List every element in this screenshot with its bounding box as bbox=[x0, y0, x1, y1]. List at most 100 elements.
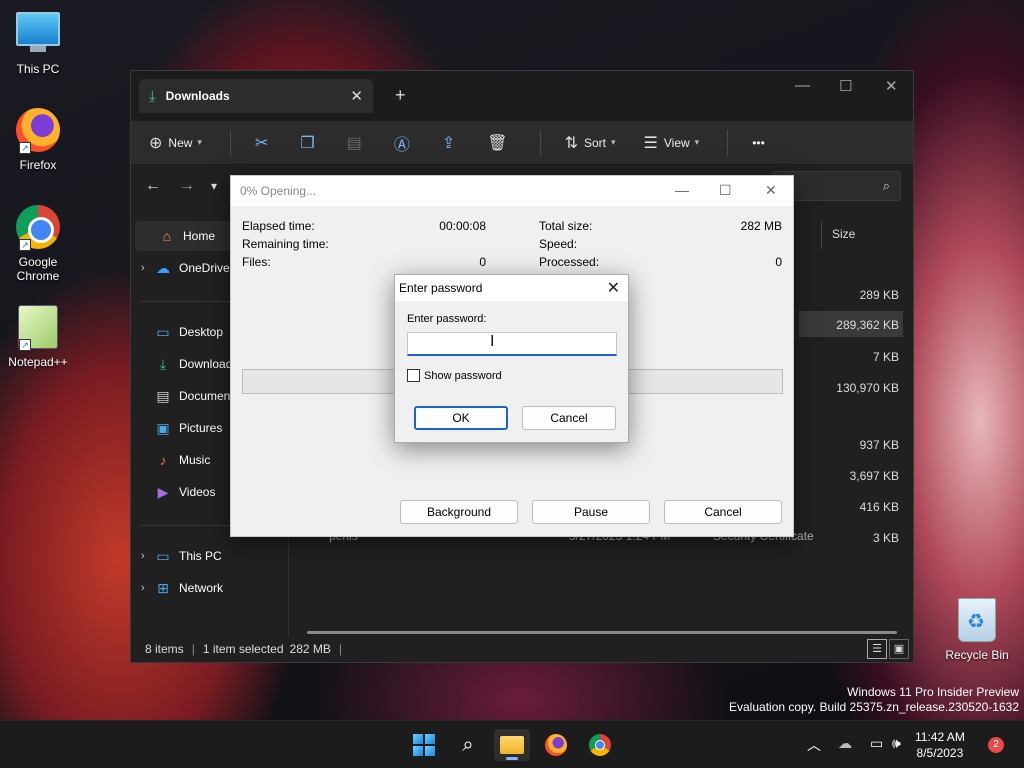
taskbar-firefox[interactable] bbox=[538, 729, 574, 761]
desktop-icon-label: Recycle Bin bbox=[945, 648, 1009, 662]
sidebar-item-label: Videos bbox=[179, 485, 216, 499]
download-icon: ⤓ bbox=[159, 355, 167, 372]
start-button[interactable] bbox=[406, 729, 442, 761]
chrome-icon: ↗ bbox=[15, 205, 61, 251]
elapsed-time-label: Elapsed time: bbox=[242, 219, 315, 233]
close-icon[interactable]: ✕ bbox=[607, 278, 620, 298]
watermark-line-1: Windows 11 Pro Insider Preview bbox=[847, 685, 1019, 699]
maximize-icon[interactable]: ☐ bbox=[839, 77, 852, 95]
taskbar-file-explorer[interactable] bbox=[494, 729, 530, 761]
firefox-icon: ↗ bbox=[15, 108, 61, 154]
tiles-view-icon[interactable]: ▣ bbox=[889, 639, 909, 659]
desktop-icon-this-pc[interactable]: This PC bbox=[0, 10, 76, 76]
close-window-icon[interactable]: ✕ bbox=[885, 77, 898, 95]
progress-dialog-titlebar: 0% Opening... — ☐ ✕ bbox=[231, 176, 793, 206]
column-header-size[interactable]: Size bbox=[821, 221, 907, 249]
clock-date: 8/5/2023 bbox=[916, 746, 964, 760]
sidebar-item-this-pc[interactable]: › ▭ This PC bbox=[131, 541, 289, 571]
tab-downloads[interactable]: ⤓ Downloads ✕ bbox=[139, 79, 373, 113]
cloud-icon: ☁ bbox=[156, 259, 170, 276]
desktop-icon-recycle-bin[interactable]: Recycle Bin bbox=[937, 598, 1017, 662]
file-size-cell: 3 KB bbox=[872, 531, 899, 545]
cut-icon[interactable]: ✂ bbox=[255, 133, 268, 153]
taskbar-chrome[interactable] bbox=[582, 729, 618, 761]
clock-time: 11:42 AM bbox=[915, 730, 965, 744]
checkbox-box[interactable] bbox=[407, 369, 420, 382]
desktop-icon-notepadpp[interactable]: ↗ Notepad++ bbox=[0, 305, 76, 369]
recent-chevron-icon[interactable]: ▾ bbox=[211, 179, 217, 193]
close-tab-icon[interactable]: ✕ bbox=[350, 87, 363, 105]
chevron-down-icon: ▾ bbox=[694, 137, 700, 147]
file-size-cell: 937 KB bbox=[859, 438, 899, 452]
search-button[interactable]: ⌕ bbox=[450, 729, 486, 761]
windows-evaluation-watermark: Windows 11 Pro Insider Preview Evaluatio… bbox=[729, 685, 1019, 715]
chevron-up-icon[interactable]: ︿ bbox=[807, 735, 821, 755]
volume-icon[interactable]: 🕪 bbox=[892, 735, 901, 752]
onedrive-cloud-icon[interactable]: ☁ bbox=[838, 735, 852, 752]
minimize-icon[interactable]: — bbox=[675, 182, 689, 198]
expand-chevron-icon[interactable]: › bbox=[141, 262, 155, 274]
ok-button[interactable]: OK bbox=[414, 406, 508, 430]
system-clock[interactable]: 11:42 AM 8/5/2023 bbox=[915, 729, 965, 761]
network-icon: ⊞ bbox=[157, 579, 169, 596]
file-size-cell: 7 KB bbox=[872, 350, 899, 364]
close-icon[interactable]: ✕ bbox=[765, 182, 777, 199]
remaining-time-label: Remaining time: bbox=[242, 237, 329, 251]
copy-icon[interactable]: ❐ bbox=[300, 133, 314, 153]
expand-chevron-icon[interactable]: › bbox=[141, 550, 155, 562]
music-icon: ♪ bbox=[159, 452, 167, 468]
speed-label: Speed: bbox=[539, 237, 578, 251]
sidebar-item-network[interactable]: › ⊞ Network bbox=[131, 573, 289, 603]
file-size-cell-selected: 289,362 KB bbox=[799, 311, 903, 337]
password-label: Enter password: bbox=[407, 313, 487, 325]
forward-arrow-icon[interactable]: → bbox=[179, 177, 195, 195]
maximize-icon[interactable]: ☐ bbox=[719, 182, 732, 199]
desktop-icon-label: This PC bbox=[16, 62, 60, 76]
cancel-extraction-button[interactable]: Cancel bbox=[664, 500, 782, 524]
recycle-bin-icon bbox=[954, 598, 1000, 644]
sort-label: Sort bbox=[583, 135, 606, 150]
more-options-button[interactable]: ••• bbox=[752, 136, 765, 150]
new-button[interactable]: ⊕ New ▾ bbox=[149, 133, 202, 153]
status-selected: 1 item selected bbox=[202, 642, 284, 656]
desktop-icon-firefox[interactable]: ↗ Firefox bbox=[0, 108, 76, 172]
sidebar-item-label: Home bbox=[183, 229, 216, 243]
background-button[interactable]: Background bbox=[400, 500, 518, 524]
view-button[interactable]: ☰ View ▾ bbox=[644, 133, 700, 153]
sort-button[interactable]: ⇅ Sort ▾ bbox=[565, 133, 616, 153]
share-icon[interactable]: ⇪ bbox=[442, 133, 455, 153]
total-size-value: 282 MB bbox=[740, 219, 782, 233]
explorer-titlebar: ⤓ Downloads ✕ + — ☐ ✕ bbox=[131, 71, 913, 121]
new-label: New bbox=[168, 135, 193, 150]
sidebar-item-label: Pictures bbox=[179, 421, 223, 435]
processed-label: Processed: bbox=[539, 255, 600, 269]
desktop-icon-chrome[interactable]: ↗ Google Chrome bbox=[0, 205, 76, 283]
desktop-folder-icon: ▭ bbox=[156, 323, 170, 340]
cancel-button[interactable]: Cancel bbox=[522, 406, 616, 430]
chevron-down-icon: ▾ bbox=[197, 137, 202, 147]
expand-chevron-icon[interactable]: › bbox=[141, 582, 155, 594]
password-input[interactable] bbox=[407, 332, 617, 356]
details-view-icon[interactable]: ☰ bbox=[867, 639, 887, 659]
network-icon[interactable]: ▭ bbox=[870, 735, 883, 752]
show-password-checkbox[interactable]: Show password bbox=[407, 369, 502, 382]
windows-logo-icon bbox=[413, 734, 435, 756]
watermark-line-2: Evaluation copy. Build 25375.zn_release.… bbox=[729, 700, 1019, 714]
file-size-cell: 416 KB bbox=[859, 500, 899, 514]
sidebar-item-label: Desktop bbox=[179, 325, 224, 339]
paste-icon[interactable]: ▤ bbox=[347, 133, 362, 153]
notification-badge[interactable]: 2 bbox=[988, 737, 1004, 753]
toolbar-divider bbox=[539, 129, 541, 156]
desktop-icon-label: Notepad++ bbox=[8, 355, 68, 369]
plus-circle-icon: ⊕ bbox=[149, 134, 163, 152]
delete-icon[interactable]: 🗑 bbox=[487, 133, 507, 153]
new-tab-icon[interactable]: + bbox=[395, 85, 406, 106]
back-arrow-icon[interactable]: ← bbox=[145, 177, 161, 195]
pause-button[interactable]: Pause bbox=[532, 500, 650, 524]
notepadpp-icon: ↗ bbox=[15, 305, 61, 351]
total-size-label: Total size: bbox=[539, 219, 593, 233]
status-bar: 8 items | 1 item selected 282 MB | bbox=[131, 636, 913, 662]
minimize-icon[interactable]: — bbox=[795, 77, 810, 94]
rename-icon[interactable]: Ⓐ bbox=[394, 131, 410, 155]
horizontal-scrollbar[interactable] bbox=[307, 631, 897, 634]
